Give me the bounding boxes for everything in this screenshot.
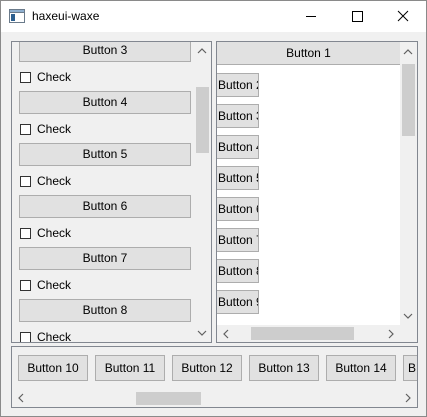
chevron-left-icon[interactable] (220, 328, 232, 340)
left-checkbox-label: Check (37, 226, 72, 240)
left-checkbox-3[interactable] (20, 176, 31, 187)
scroll-corner (400, 325, 417, 342)
left-button-6[interactable]: Button 6 (19, 195, 191, 218)
right-button-7[interactable]: Button 7 (217, 228, 259, 252)
left-scroll-thumb[interactable] (196, 87, 209, 153)
chevron-right-icon[interactable] (402, 392, 414, 404)
left-checkbox-1[interactable] (20, 72, 31, 83)
title-bar[interactable]: haxeui-waxe (1, 1, 426, 32)
right-button-3[interactable]: Button 3 (217, 104, 259, 128)
left-button-7[interactable]: Button 7 (19, 247, 191, 270)
app-window: haxeui-waxe Button 3 Check Button 4 Chec… (0, 0, 427, 417)
left-checkbox-6[interactable] (20, 332, 31, 342)
chevron-right-icon[interactable] (385, 328, 397, 340)
chevron-up-icon[interactable] (196, 45, 208, 57)
right-vertical-scrollbar[interactable] (400, 42, 417, 325)
left-checkbox-label: Check (37, 122, 72, 136)
chevron-down-icon[interactable] (196, 327, 208, 339)
close-button[interactable] (380, 1, 426, 32)
bottom-horizontal-scrollbar[interactable] (12, 389, 417, 407)
bottom-button-14[interactable]: Button 14 (326, 355, 396, 381)
right-button-5[interactable]: Button 5 (217, 166, 259, 190)
left-button-4[interactable]: Button 4 (19, 91, 191, 114)
left-button-5[interactable]: Button 5 (19, 143, 191, 166)
chevron-left-icon[interactable] (15, 392, 27, 404)
bottom-button-11[interactable]: Button 11 (95, 355, 165, 381)
bottom-hscroll-thumb[interactable] (136, 392, 201, 405)
bottom-button-15[interactable]: B (403, 355, 417, 381)
minimize-icon (306, 16, 316, 17)
minimize-button[interactable] (288, 1, 334, 32)
header-button-1[interactable]: Button 1 (217, 42, 400, 65)
bottom-button-12[interactable]: Button 12 (172, 355, 242, 381)
chevron-up-icon[interactable] (402, 46, 414, 58)
left-vertical-scrollbar[interactable] (194, 42, 211, 342)
maximize-icon (352, 11, 363, 22)
left-button-8[interactable]: Button 8 (19, 299, 191, 322)
chevron-down-icon[interactable] (402, 310, 414, 322)
left-checkbox-label: Check (37, 330, 72, 343)
close-icon (397, 10, 409, 22)
app-icon (9, 9, 25, 23)
right-button-8[interactable]: Button 8 (217, 259, 259, 283)
left-checkbox-label: Check (37, 278, 72, 292)
left-checkbox-4[interactable] (20, 228, 31, 239)
right-scroll-panel[interactable]: Button 1 Button 2 Button 3 Button 4 Butt… (216, 41, 418, 343)
bottom-button-13[interactable]: Button 13 (249, 355, 319, 381)
right-button-6[interactable]: Button 6 (217, 197, 259, 221)
right-button-4[interactable]: Button 4 (217, 135, 259, 159)
left-scroll-panel[interactable]: Button 3 Check Button 4 Check Button 5 C… (11, 41, 212, 343)
maximize-button[interactable] (334, 1, 380, 32)
left-checkbox-label: Check (37, 70, 72, 84)
right-horizontal-scrollbar[interactable] (217, 325, 400, 342)
window-title: haxeui-waxe (32, 9, 100, 23)
left-checkbox-label: Check (37, 174, 72, 188)
left-checkbox-2[interactable] (20, 124, 31, 135)
right-vscroll-thumb[interactable] (402, 64, 415, 136)
left-button-3[interactable]: Button 3 (19, 42, 191, 62)
bottom-scroll-panel[interactable]: Button 10 Button 11 Button 12 Button 13 … (11, 346, 418, 408)
right-hscroll-thumb[interactable] (251, 327, 354, 340)
bottom-button-10[interactable]: Button 10 (18, 355, 88, 381)
left-checkbox-5[interactable] (20, 280, 31, 291)
right-button-9[interactable]: Button 9 (217, 290, 259, 314)
right-button-2[interactable]: Button 2 (217, 73, 259, 97)
